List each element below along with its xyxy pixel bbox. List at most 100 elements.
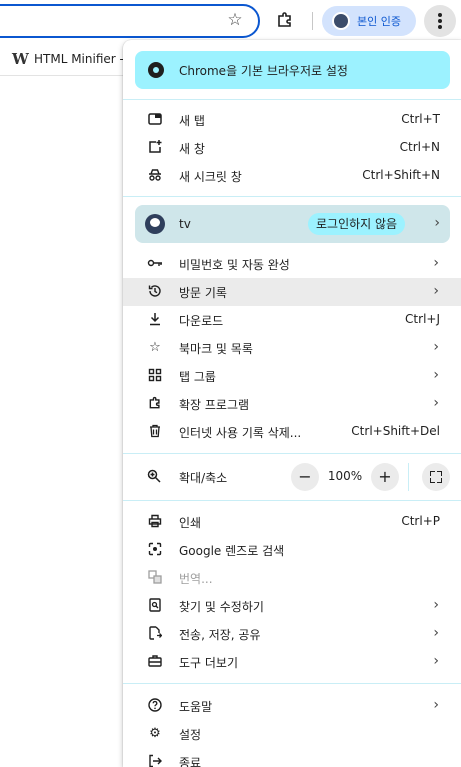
menu-item-shortcut: Ctrl+P <box>401 514 440 528</box>
share-icon <box>147 626 163 642</box>
menu-item-label: 전송, 저장, 공유 <box>179 628 261 642</box>
menu-item-clear-data[interactable]: 인터넷 사용 기록 삭제... Ctrl+Shift+Del <box>123 418 461 446</box>
find-icon <box>147 598 163 614</box>
menu-item-shortcut: Ctrl+Shift+N <box>362 168 440 182</box>
banner-label: Chrome을 기본 브라우저로 설정 <box>179 64 348 78</box>
menu-divider <box>123 99 461 100</box>
profile-row[interactable]: tv 로그인하지 않음 › <box>135 205 450 243</box>
zoom-level: 100% <box>327 469 363 483</box>
menu-item-share[interactable]: 전송, 저장, 공유 › <box>123 620 461 648</box>
zoom-icon <box>147 469 161 487</box>
print-icon <box>147 514 163 530</box>
menu-item-label: 다운로드 <box>179 314 224 328</box>
menu-item-shortcut: Ctrl+J <box>405 312 440 326</box>
menu-item-label: 도움말 <box>179 700 213 714</box>
zoom-divider <box>408 463 409 491</box>
help-icon <box>147 698 163 714</box>
settings-icon: ⚙ <box>149 726 161 741</box>
bookmark-star-icon[interactable]: ☆ <box>225 10 245 30</box>
chevron-right-icon: › <box>433 367 439 383</box>
menu-item-label: 새 탭 <box>179 114 205 128</box>
menu-item-label: 탭 그룹 <box>179 370 216 384</box>
chevron-right-icon: › <box>433 597 439 613</box>
menu-item-find-edit[interactable]: 찾기 및 수정하기 › <box>123 592 461 620</box>
menu-item-label: 새 창 <box>179 142 205 156</box>
menu-item-shortcut: Ctrl+Shift+Del <box>351 424 440 438</box>
chevron-right-icon: › <box>433 339 439 355</box>
extension-icon <box>147 396 163 412</box>
menu-item-settings[interactable]: ⚙ 설정 <box>123 720 461 748</box>
download-icon <box>147 312 163 328</box>
menu-item-translate[interactable]: 번역... <box>123 564 461 592</box>
menu-item-google-lens[interactable]: Google 렌즈로 검색 <box>123 536 461 564</box>
menu-item-label: 번역... <box>179 572 213 586</box>
tab-groups-icon <box>147 368 163 384</box>
menu-item-history[interactable]: 방문 기록 › <box>123 278 461 306</box>
menu-item-shortcut: Ctrl+T <box>401 112 440 126</box>
translate-icon <box>147 570 163 586</box>
menu-item-label: 확장 프로그램 <box>179 398 250 412</box>
zoom-in-button[interactable]: + <box>371 463 399 491</box>
menu-item-extensions[interactable]: 확장 프로그램 › <box>123 390 461 418</box>
extensions-icon[interactable] <box>276 11 294 29</box>
menu-item-label: Google 렌즈로 검색 <box>179 544 285 558</box>
exit-icon <box>147 754 163 767</box>
menu-item-label: 도구 더보기 <box>179 656 239 670</box>
new-window-icon <box>147 140 163 156</box>
trash-icon <box>147 424 163 440</box>
menu-item-label: 인쇄 <box>179 516 202 530</box>
chevron-right-icon: › <box>433 697 439 713</box>
avatar <box>145 214 165 234</box>
history-icon <box>147 284 163 300</box>
menu-item-more-tools[interactable]: 도구 더보기 › <box>123 648 461 676</box>
menu-item-label: 찾기 및 수정하기 <box>179 600 264 614</box>
chevron-right-icon: › <box>433 395 439 411</box>
menu-item-label: 설정 <box>179 728 202 742</box>
chevron-right-icon: › <box>433 283 439 299</box>
menu-item-label: 북마크 및 목록 <box>179 342 253 356</box>
new-tab-icon <box>147 112 163 128</box>
bookmark-label: HTML Minifier - <box>34 52 124 66</box>
zoom-label: 확대/축소 <box>179 471 228 485</box>
toolbox-icon <box>147 654 163 670</box>
star-icon: ☆ <box>149 340 161 355</box>
menu-divider <box>123 196 461 197</box>
bookmark-item[interactable]: W HTML Minifier - <box>12 50 124 68</box>
fullscreen-icon[interactable] <box>422 463 450 491</box>
chevron-right-icon: › <box>434 215 440 231</box>
more-menu-icon[interactable] <box>424 5 456 37</box>
set-default-browser-button[interactable]: Chrome을 기본 브라우저로 설정 <box>135 51 450 89</box>
menu-divider <box>123 500 461 501</box>
chrome-icon <box>148 62 164 78</box>
menu-item-downloads[interactable]: 다운로드 Ctrl+J <box>123 306 461 334</box>
menu-item-label: 방문 기록 <box>179 286 227 300</box>
menu-item-new-tab[interactable]: 새 탭 Ctrl+T <box>123 106 461 134</box>
menu-item-new-window[interactable]: 새 창 Ctrl+N <box>123 134 461 162</box>
menu-item-exit[interactable]: 종료 <box>123 748 461 767</box>
menu-item-bookmarks[interactable]: ☆ 북마크 및 목록 › <box>123 334 461 362</box>
menu-item-shortcut: Ctrl+N <box>399 140 440 154</box>
menu-item-help[interactable]: 도움말 › <box>123 692 461 720</box>
chrome-menu: Chrome을 기본 브라우저로 설정 새 탭 Ctrl+T 새 창 Ctrl+… <box>123 40 461 767</box>
profile-button[interactable]: 본인 인증 <box>322 6 416 36</box>
address-bar[interactable] <box>0 4 260 38</box>
menu-item-label: 인터넷 사용 기록 삭제... <box>179 426 302 440</box>
chevron-right-icon: › <box>433 653 439 669</box>
menu-item-label: 종료 <box>179 756 202 767</box>
wikipedia-favicon-icon: W <box>12 50 29 68</box>
toolbar-divider <box>312 12 313 30</box>
menu-item-tab-groups[interactable]: 탭 그룹 › <box>123 362 461 390</box>
chevron-right-icon: › <box>433 625 439 641</box>
menu-item-print[interactable]: 인쇄 Ctrl+P <box>123 508 461 536</box>
incognito-icon <box>147 168 163 184</box>
browser-toolbar: ☆ 본인 인증 <box>0 0 461 42</box>
zoom-out-button[interactable]: − <box>291 463 319 491</box>
menu-item-incognito[interactable]: 새 시크릿 창 Ctrl+Shift+N <box>123 162 461 190</box>
menu-item-label: 비밀번호 및 자동 완성 <box>179 258 290 272</box>
profile-name: tv <box>179 217 191 231</box>
chevron-right-icon: › <box>433 255 439 271</box>
menu-item-label: 새 시크릿 창 <box>179 170 242 184</box>
menu-divider <box>123 453 461 454</box>
zoom-row: 확대/축소 − 100% + <box>123 460 461 494</box>
menu-item-passwords[interactable]: 비밀번호 및 자동 완성 › <box>123 250 461 278</box>
